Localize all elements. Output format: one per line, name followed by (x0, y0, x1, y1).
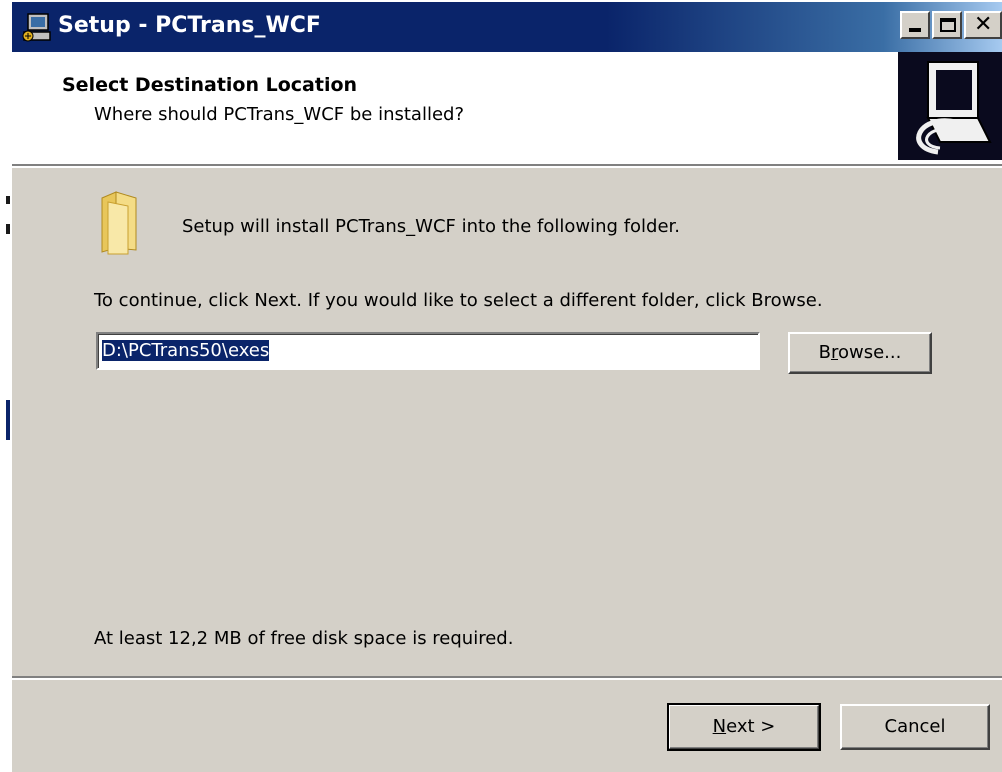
close-icon: ✕ (974, 12, 993, 37)
footer-divider-highlight (12, 678, 1002, 680)
browse-button[interactable]: Browse... (788, 332, 932, 374)
browse-label-part: owse... (838, 342, 902, 363)
disk-space-text: At least 12,2 MB of free disk space is r… (94, 628, 514, 649)
desktop-mark (6, 400, 10, 440)
minimize-icon (909, 28, 921, 32)
setup-computer-icon (22, 13, 51, 42)
desktop-edge (0, 0, 12, 772)
browse-label-part: B (818, 342, 831, 363)
destination-path-input[interactable]: D:\PCTrans50\exes (96, 332, 760, 370)
minimize-button[interactable] (900, 11, 930, 39)
setup-window: Setup - PCTrans_WCF ✕ Select Destination… (12, 2, 1002, 772)
desktop-mark (6, 224, 10, 234)
page-title: Select Destination Location (62, 74, 358, 96)
maximize-button[interactable] (932, 11, 962, 39)
wizard-header: Select Destination Location Where should… (12, 52, 1002, 164)
header-divider-highlight (12, 166, 1002, 168)
window-title: Setup - PCTrans_WCF (58, 13, 321, 38)
cancel-button[interactable]: Cancel (840, 704, 990, 750)
instruction-text: To continue, click Next. If you would li… (94, 290, 823, 311)
next-button[interactable]: Next > (667, 703, 821, 751)
browse-accelerator: r (830, 342, 838, 363)
folder-icon (101, 191, 137, 255)
next-label-part: ext > (726, 716, 776, 737)
page-subtitle: Where should PCTrans_WCF be installed? (94, 104, 465, 125)
title-bar[interactable]: Setup - PCTrans_WCF ✕ (12, 2, 1002, 52)
intro-text: Setup will install PCTrans_WCF into the … (182, 216, 681, 237)
setup-computer-logo-icon (898, 52, 1002, 160)
next-accelerator: N (712, 716, 727, 737)
close-button[interactable]: ✕ (964, 11, 1002, 39)
desktop-mark (6, 196, 10, 204)
destination-path-value: D:\PCTrans50\exes (102, 340, 270, 361)
maximize-icon (940, 18, 956, 32)
